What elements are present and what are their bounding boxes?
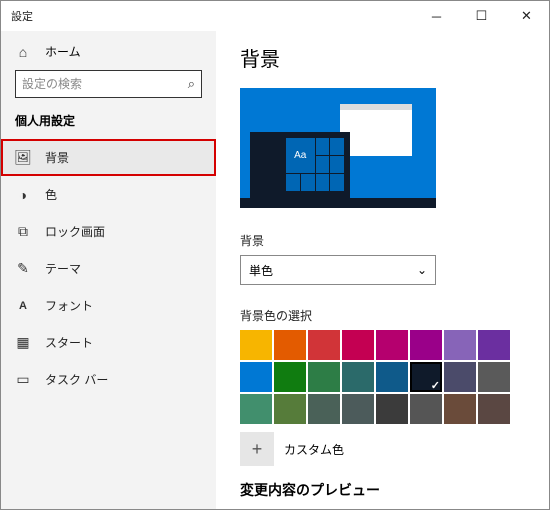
preview-sample-text: Aa <box>286 138 315 173</box>
color-swatch[interactable] <box>240 330 272 360</box>
color-swatch[interactable] <box>308 330 340 360</box>
color-swatch[interactable] <box>444 394 476 424</box>
sidebar-item-fonts[interactable]: A フォント <box>1 287 216 324</box>
close-button[interactable]: ✕ <box>504 1 549 31</box>
color-swatch[interactable] <box>478 362 510 392</box>
color-swatch[interactable] <box>410 394 442 424</box>
color-swatch[interactable] <box>342 330 374 360</box>
sidebar-item-label: ロック画面 <box>45 223 105 240</box>
sidebar-item-label: テーマ <box>45 260 81 277</box>
color-swatch[interactable] <box>308 394 340 424</box>
preview-changes-heading: 変更内容のプレビュー <box>240 480 525 500</box>
background-field-label: 背景 <box>240 232 525 249</box>
start-icon: ▦ <box>15 335 31 351</box>
preview-window <box>340 104 412 156</box>
sidebar-section-label: 個人用設定 <box>1 112 216 139</box>
sidebar-item-label: フォント <box>45 297 93 314</box>
color-swatch[interactable] <box>342 362 374 392</box>
picture-icon: 🖼 <box>15 150 31 166</box>
chevron-down-icon: ⌄ <box>417 263 427 277</box>
theme-icon: ✎ <box>15 261 31 277</box>
titlebar: 設定 ─ ☐ ✕ <box>1 1 549 31</box>
color-swatch[interactable] <box>240 362 272 392</box>
desktop-preview: Aa <box>240 88 436 208</box>
background-type-dropdown[interactable]: 単色 ⌄ <box>240 255 436 285</box>
color-swatch[interactable] <box>376 330 408 360</box>
color-swatch[interactable] <box>274 394 306 424</box>
color-swatch[interactable] <box>376 394 408 424</box>
search-input[interactable] <box>22 77 188 91</box>
color-swatch[interactable] <box>274 330 306 360</box>
font-icon: A <box>15 298 31 314</box>
home-icon: ⌂ <box>15 44 31 60</box>
color-swatch[interactable] <box>444 362 476 392</box>
lock-icon: ⧉ <box>15 224 31 240</box>
home-label: ホーム <box>45 43 81 60</box>
sidebar-item-background[interactable]: 🖼 背景 <box>1 139 216 176</box>
minimize-button[interactable]: ─ <box>414 1 459 31</box>
color-swatch[interactable] <box>308 362 340 392</box>
window-title: 設定 <box>11 8 33 24</box>
taskbar-icon: ▭ <box>15 372 31 388</box>
maximize-button[interactable]: ☐ <box>459 1 504 31</box>
color-swatch[interactable] <box>342 394 374 424</box>
page-title: 背景 <box>240 43 525 72</box>
plus-icon: + <box>240 432 274 466</box>
sidebar-item-taskbar[interactable]: ▭ タスク バー <box>1 361 216 398</box>
color-swatch[interactable] <box>444 330 476 360</box>
sidebar: ⌂ ホーム ⌕ 個人用設定 🖼 背景 ◑ 色 ⧉ ロック画面 ✎ <box>1 31 216 509</box>
sidebar-item-label: 背景 <box>45 149 69 166</box>
color-swatch[interactable] <box>376 362 408 392</box>
sidebar-item-colors[interactable]: ◑ 色 <box>1 176 216 213</box>
custom-color-button[interactable]: + カスタム色 <box>240 432 525 466</box>
preview-taskbar <box>240 198 436 208</box>
search-icon: ⌕ <box>188 76 195 92</box>
sidebar-item-label: 色 <box>45 186 57 203</box>
color-swatch[interactable] <box>240 394 272 424</box>
color-swatch[interactable] <box>274 362 306 392</box>
swatch-section-label: 背景色の選択 <box>240 307 525 324</box>
color-swatch[interactable] <box>478 394 510 424</box>
sidebar-item-themes[interactable]: ✎ テーマ <box>1 250 216 287</box>
palette-icon: ◑ <box>15 187 31 203</box>
preview-tiles: Aa <box>286 138 344 192</box>
main-panel: 背景 Aa 背景 単色 ⌄ 背景色の選択 + カスタム色 <box>216 31 549 509</box>
sidebar-item-label: タスク バー <box>45 371 108 388</box>
sidebar-item-lockscreen[interactable]: ⧉ ロック画面 <box>1 213 216 250</box>
color-swatch[interactable] <box>410 330 442 360</box>
dropdown-value: 単色 <box>249 262 273 279</box>
color-swatch[interactable] <box>478 330 510 360</box>
color-swatch-grid <box>240 330 525 424</box>
sidebar-item-label: スタート <box>45 334 93 351</box>
color-swatch[interactable] <box>410 362 442 392</box>
custom-color-label: カスタム色 <box>284 441 344 458</box>
sidebar-item-start[interactable]: ▦ スタート <box>1 324 216 361</box>
home-link[interactable]: ⌂ ホーム <box>1 37 216 70</box>
search-input-wrapper[interactable]: ⌕ <box>15 70 202 98</box>
